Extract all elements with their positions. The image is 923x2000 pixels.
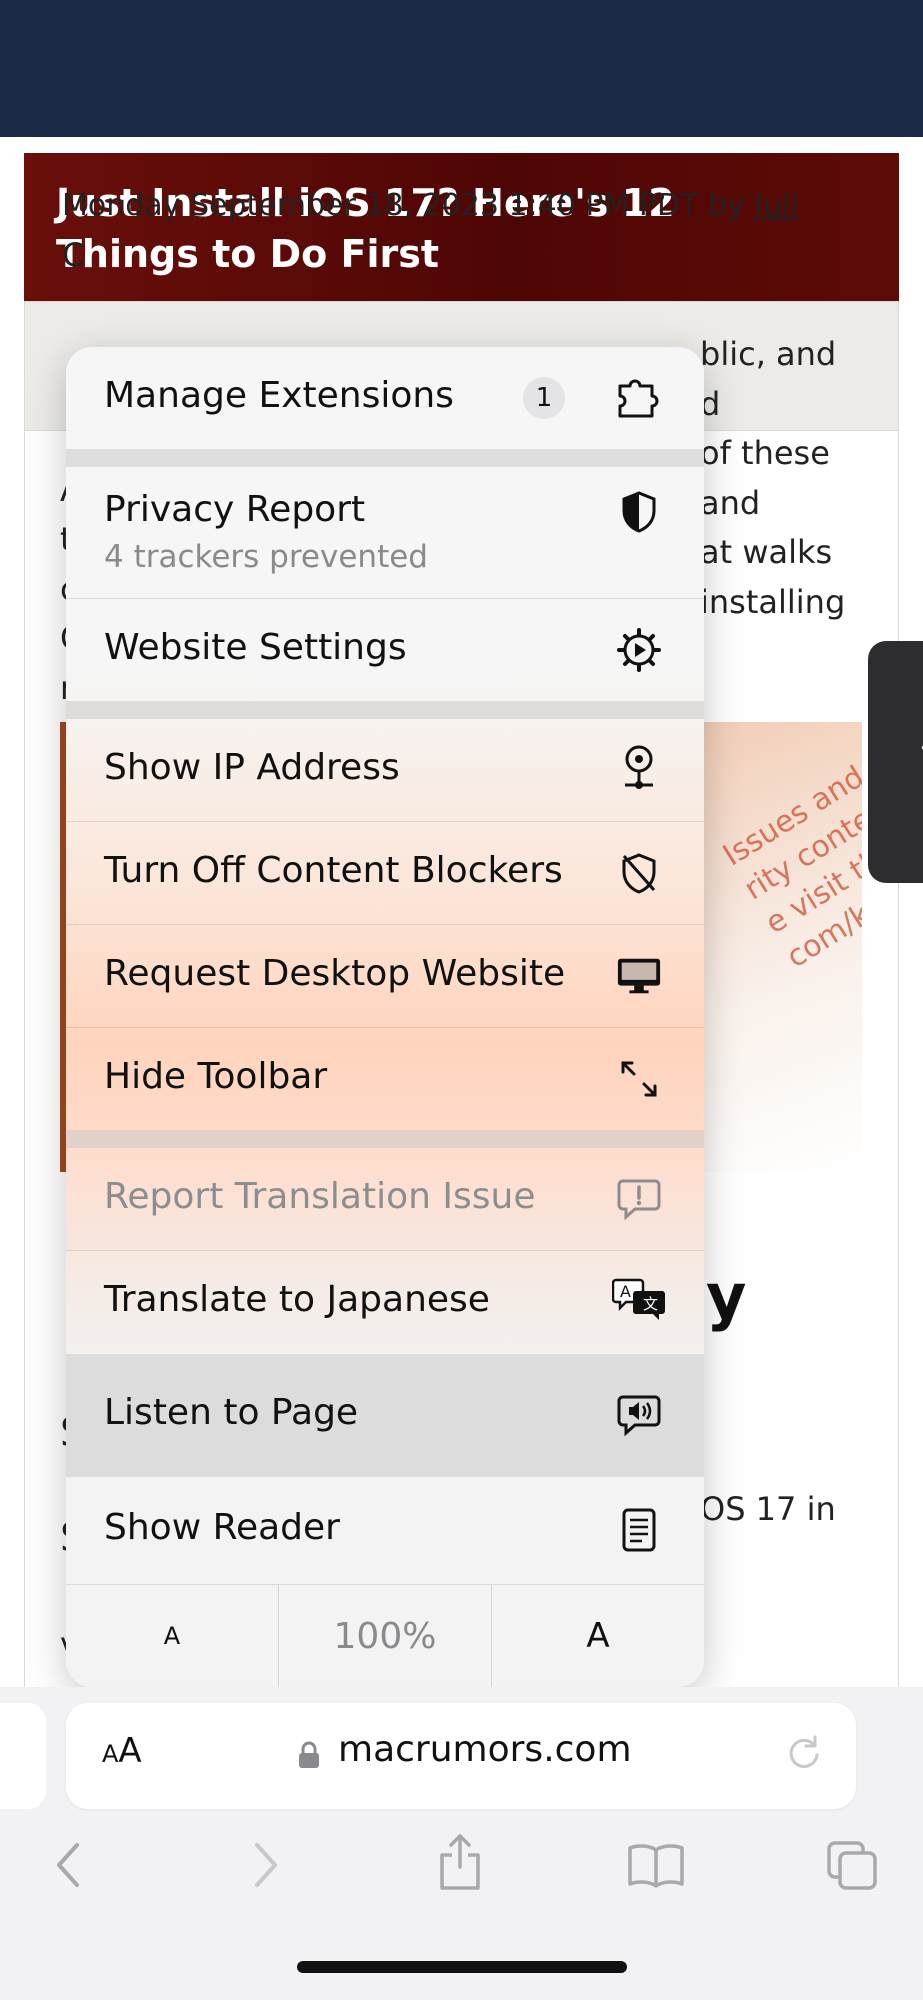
shield-slash-icon [616,850,662,896]
large-a-label: A [586,1616,610,1656]
bookmarks-button[interactable] [626,1835,686,1895]
svg-text:A: A [620,1282,631,1301]
text-zoom-controls: A 100% A [66,1585,704,1687]
paragraph-line: and [700,483,761,522]
increase-text-size-button[interactable]: A [492,1585,704,1687]
hero-image-text: Issues and rity content o e visit this w… [716,722,862,978]
share-icon [440,1834,480,1890]
zoom-level[interactable]: 100% [279,1585,492,1687]
menu-hide-toolbar[interactable]: Hide Toolbar [66,1028,704,1130]
menu-show-ip-address[interactable]: Show IP Address [66,719,704,822]
menu-privacy-report[interactable]: Privacy Report 4 trackers prevented [66,467,704,599]
status-bar [0,0,923,137]
side-panel-handle[interactable]: 〈 [868,641,923,883]
menu-translate-to-japanese[interactable]: Translate to Japanese A文 [66,1251,704,1354]
menu-request-desktop-website[interactable]: Request Desktop Website [66,925,704,1028]
chevron-left-icon: 〈 [884,719,923,783]
paragraph-line: d [700,384,721,423]
menu-item-label: Listen to Page [104,1392,359,1433]
menu-item-label: Show IP Address [104,747,400,788]
aa-large-label: A [118,1731,142,1771]
paragraph-line: installing [700,582,846,621]
menu-item-label: Translate to Japanese [104,1279,490,1320]
article-paragraph: blic, and d of these and at walks instal… [700,330,845,627]
menu-separator [66,449,704,467]
chevron-right-icon [255,1843,277,1887]
paragraph-line: at walks [700,533,833,571]
menu-item-label: Show Reader [104,1507,340,1548]
article-byline: Monday September 18, 2023 1:40 PM PDT by… [62,188,799,223]
zoom-percentage: 100% [333,1615,437,1657]
menu-manage-extensions[interactable]: Manage Extensions 1 [66,347,704,449]
forward-button[interactable] [236,1835,296,1895]
menu-website-settings[interactable]: Website Settings [66,599,704,701]
byline-line2-fragment: C [62,236,85,274]
aa-small-label: A [102,1740,119,1768]
paragraph-line: blic, and [700,335,837,373]
menu-turn-off-content-blockers[interactable]: Turn Off Content Blockers [66,822,704,925]
menu-item-label: Request Desktop Website [104,953,566,994]
paragraph-line: of these [700,434,830,472]
address-bar[interactable]: AA macrumors.com [66,1703,856,1809]
url-domain: macrumors.com [338,1729,632,1770]
speaker-bubble-icon [616,1392,662,1438]
menu-separator [66,1130,704,1148]
translate-bubbles-icon: A文 [612,1277,666,1323]
menu-item-label: Manage Extensions [104,375,454,416]
menu-item-subtitle: 4 trackers prevented [104,539,428,575]
chevron-left-icon [57,1843,79,1887]
menu-listen-to-page[interactable]: Listen to Page [66,1354,704,1477]
extensions-count-badge: 1 [523,377,565,419]
menu-item-label: Privacy Report [104,489,366,530]
extensions-icon [616,375,662,421]
page-menu: Manage Extensions 1 Privacy Report 4 tra… [66,347,704,1687]
reload-icon[interactable] [784,1733,824,1777]
exclamation-bubble-icon [616,1176,662,1222]
home-indicator [297,1961,627,1973]
share-button[interactable] [430,1832,490,1892]
menu-show-reader[interactable]: Show Reader [66,1477,704,1585]
lock-icon [298,1741,320,1773]
menu-report-translation-issue: Report Translation Issue [66,1148,704,1251]
menu-item-label: Turn Off Content Blockers [104,850,563,891]
page-menu-button[interactable]: AA [102,1731,142,1771]
menu-separator [66,701,704,719]
back-button[interactable] [38,1835,98,1895]
decrease-text-size-button[interactable]: A [66,1585,279,1687]
reader-document-icon [616,1507,662,1553]
section-heading-fragment: y [706,1260,747,1333]
menu-item-label: Hide Toolbar [104,1056,328,1097]
desktop-monitor-icon [616,953,662,999]
tabs-icon [827,1841,877,1890]
article-title: Just Install iOS 17? Here's 12 Things to… [24,153,899,301]
tabs-button[interactable] [822,1835,882,1895]
small-a-label: A [163,1622,181,1650]
article-title-line-2: Things to Do First [56,232,439,276]
shield-half-icon [616,489,662,535]
byline-author-link[interactable]: Juli [754,188,799,223]
arrows-expand-icon [616,1056,662,1102]
svg-text:文: 文 [643,1295,658,1313]
byline-date: Monday September 18, 2023 1:40 PM PDT by [62,188,755,223]
paragraph-line: OS 17 in [700,1490,836,1528]
previous-tab-preview[interactable] [0,1703,46,1809]
location-pin-icon [616,745,662,791]
book-icon [628,1844,684,1888]
menu-item-label: Report Translation Issue [104,1176,536,1217]
menu-item-label: Website Settings [104,627,407,668]
gear-play-icon [616,627,662,673]
